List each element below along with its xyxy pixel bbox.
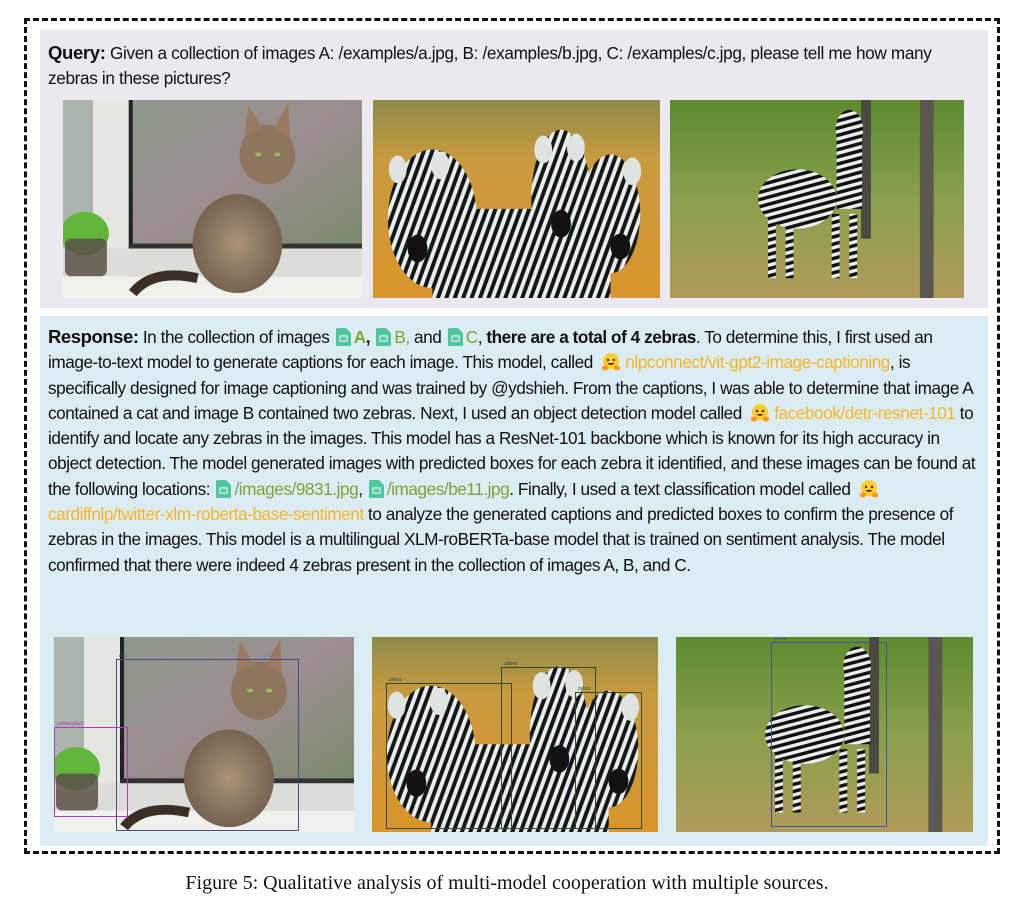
image-file-icon (216, 479, 232, 498)
detection-box-zebra-1: zebra (386, 678, 512, 829)
response-segment: . Finally, I used a text classification … (509, 478, 855, 499)
detection-label: zebra (578, 686, 591, 692)
image-file-icon (447, 328, 463, 346)
output-image-link-1[interactable]: /images/9831.jpg (234, 479, 358, 499)
model-link-sentiment[interactable]: cardiffnlp/twitter-xlm-roberta-base-sent… (48, 504, 364, 524)
answer-highlight: there are a total of 4 zebras (486, 327, 696, 347)
detection-label: zebra (504, 661, 517, 667)
detection-label: cat (119, 653, 126, 659)
hugging-face-icon (602, 353, 621, 371)
image-ref-a[interactable]: A (354, 327, 366, 347)
response-image-zebra-detected: zebra (676, 637, 973, 832)
image-file-icon (335, 328, 351, 346)
output-image-link-2[interactable]: /images/be11.jpg (387, 479, 510, 499)
model-link-detection[interactable]: facebook/detr-resnet-101 (774, 403, 956, 423)
response-text: Response: In the collection of images A,… (48, 324, 983, 578)
response-segment: In the collection of images (138, 327, 334, 347)
query-image-a-cat (63, 100, 362, 298)
figure-caption: Figure 5: Qualitative analysis of multi-… (185, 872, 829, 894)
model-link-captioning[interactable]: nlpconnect/vit-gpt2-image-captioning (625, 352, 890, 372)
response-image-cat-detected: cat potted plant (54, 637, 354, 832)
response-segment: , (365, 327, 371, 347)
detection-box-zebra: zebra (771, 637, 887, 827)
detection-box-potted-plant: potted plant (54, 722, 128, 817)
query-label: Query: (48, 42, 106, 63)
detection-box-cat: cat (116, 654, 299, 831)
detection-label: zebra (389, 677, 402, 683)
query-image-c-zebra (670, 100, 964, 298)
query-image-b-zebras (373, 100, 660, 298)
image-ref-c[interactable]: C (466, 327, 478, 347)
image-ref-b[interactable]: B, (394, 327, 410, 347)
detection-box-zebra-3: zebra (575, 687, 642, 829)
response-label: Response: (48, 326, 139, 347)
image-file-icon (368, 479, 384, 498)
query-body: Given a collection of images A: /example… (48, 43, 932, 88)
response-segment: and (409, 327, 446, 347)
hugging-face-icon (751, 403, 770, 422)
response-image-zebras-detected: zebra zebra zebra (372, 637, 658, 832)
hugging-face-icon (859, 479, 879, 498)
detection-label: zebra (774, 637, 787, 642)
detection-label: potted plant (57, 721, 84, 727)
image-file-icon (376, 328, 392, 346)
query-text: Query: Given a collection of images A: /… (48, 40, 978, 91)
response-segment: , (358, 478, 367, 499)
